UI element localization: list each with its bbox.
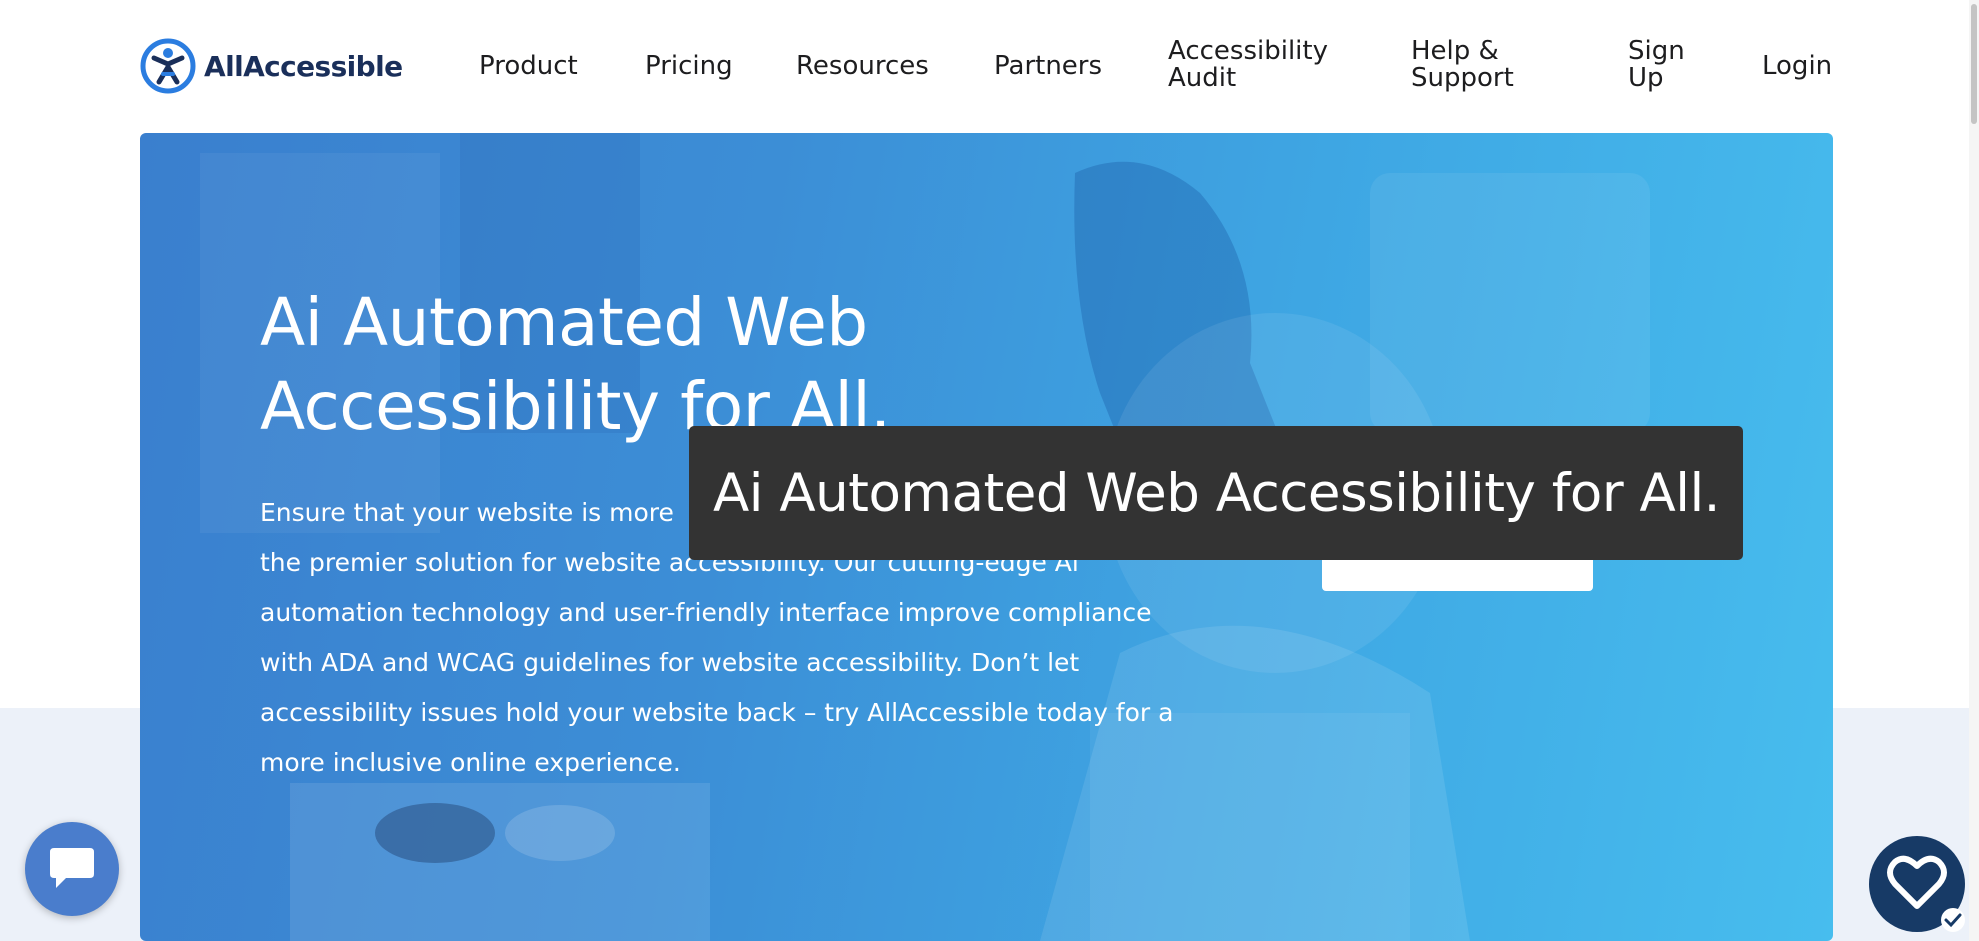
hero-title-line1: Ai Automated Web bbox=[260, 284, 868, 361]
accessibility-widget-button[interactable] bbox=[1869, 836, 1965, 932]
nav-help-support-line2: Support bbox=[1411, 63, 1514, 93]
hero-description-line: more inclusive online experience. bbox=[260, 748, 681, 777]
page: AllAccessible Product Pricing Resources … bbox=[0, 0, 1979, 941]
nav-accessibility-audit-line1: Accessibility bbox=[1168, 36, 1328, 66]
hero-description-line: Ensure that your website is more bbox=[260, 498, 674, 527]
nav-pricing[interactable]: Pricing bbox=[645, 52, 733, 80]
nav-product[interactable]: Product bbox=[479, 52, 578, 80]
hero-description-line: with ADA and WCAG guidelines for website… bbox=[260, 648, 1080, 677]
hero-description-line: automation technology and user-friendly … bbox=[260, 598, 1152, 627]
nav-accessibility-audit-line2: Audit bbox=[1168, 63, 1237, 93]
nav-sign-up[interactable]: Sign Up bbox=[1628, 38, 1685, 92]
nav-accessibility-audit[interactable]: Accessibility Audit bbox=[1168, 38, 1328, 92]
hero-description-line: accessibility issues hold your website b… bbox=[260, 698, 1174, 727]
nav-sign-up-line2: Up bbox=[1628, 63, 1664, 93]
title-tooltip: Ai Automated Web Accessibility for All. bbox=[689, 426, 1743, 560]
nav-login[interactable]: Login bbox=[1762, 52, 1832, 80]
nav-sign-up-line1: Sign bbox=[1628, 36, 1685, 66]
chat-widget-button[interactable] bbox=[25, 822, 119, 916]
nav-partners[interactable]: Partners bbox=[994, 52, 1102, 80]
scrollbar-thumb[interactable] bbox=[1971, 4, 1977, 124]
chat-bubble-icon bbox=[50, 848, 94, 888]
hero-title: Ai Automated Web Accessibility for All. bbox=[260, 281, 1160, 449]
page-scrollbar[interactable] bbox=[1969, 0, 1979, 941]
nav-help-support[interactable]: Help & Support bbox=[1411, 38, 1514, 92]
nav-help-support-line1: Help & bbox=[1411, 36, 1499, 66]
main-nav: Product Pricing Resources Partners Acces… bbox=[0, 36, 1979, 96]
heart-check-icon bbox=[1887, 855, 1965, 932]
nav-resources[interactable]: Resources bbox=[796, 52, 929, 80]
